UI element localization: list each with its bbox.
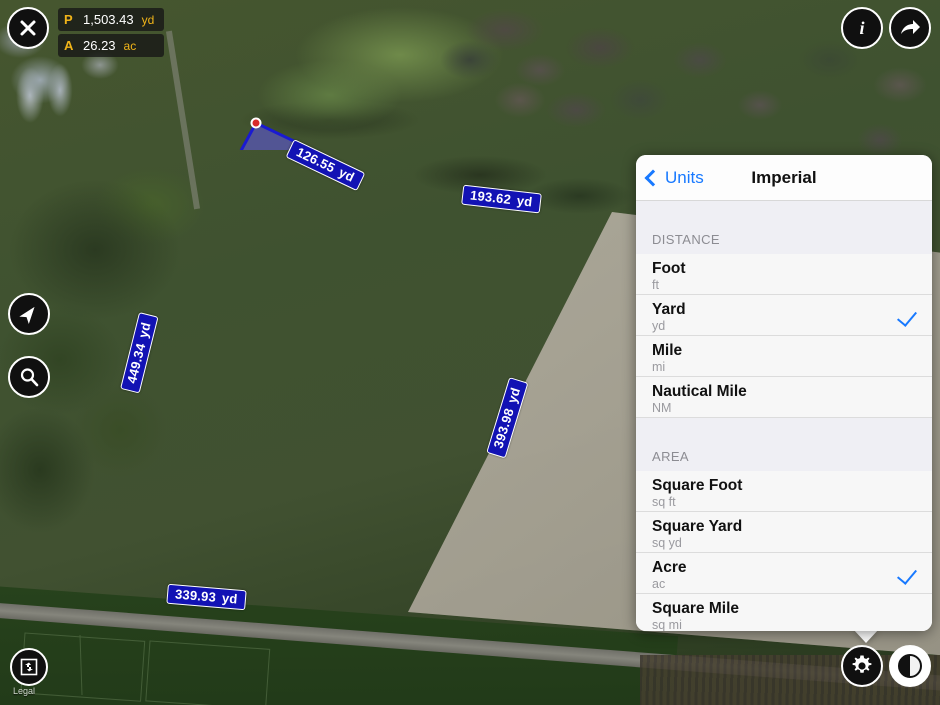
gear-icon [850, 654, 874, 678]
map-measure-app: 126.55yd 193.62yd 393.98yd 339.93yd 449.… [0, 0, 940, 705]
edge-label-unit: yd [502, 386, 523, 411]
unit-abbr: sq yd [652, 536, 916, 551]
back-button[interactable]: Units [647, 155, 704, 200]
area-unit: ac [124, 39, 137, 53]
chevron-left-icon [645, 169, 662, 186]
units-list: DISTANCE Foot ft Yard yd Mile mi Nautica… [636, 201, 932, 631]
info-icon: i [852, 18, 872, 38]
unit-row-acre[interactable]: Acre ac [636, 553, 932, 594]
locate-arrow-icon [19, 304, 39, 324]
close-icon [19, 19, 37, 37]
svg-text:i: i [859, 18, 864, 38]
edge-label-unit: yd [510, 192, 533, 209]
unit-name: Square Foot [652, 477, 916, 495]
unit-row-yard[interactable]: Yard yd [636, 295, 932, 336]
unit-row-nautical-mile[interactable]: Nautical Mile NM [636, 377, 932, 418]
expand-icon [20, 658, 38, 676]
unit-name: Square Yard [652, 518, 916, 536]
unit-abbr: mi [652, 360, 916, 375]
unit-name: Mile [652, 342, 916, 360]
contrast-button[interactable] [889, 645, 931, 687]
unit-row-square-mile[interactable]: Square Mile sq mi [636, 594, 932, 631]
unit-abbr: sq ft [652, 495, 916, 510]
unit-abbr: ft [652, 278, 916, 293]
close-button[interactable] [7, 7, 49, 49]
settings-button[interactable] [841, 645, 883, 687]
unit-row-mile[interactable]: Mile mi [636, 336, 932, 377]
area-value: 26.23 [83, 38, 116, 53]
perimeter-value: 1,503.43 [83, 12, 134, 27]
popover-tail [853, 629, 879, 643]
unit-row-square-yard[interactable]: Square Yard sq yd [636, 512, 932, 553]
contrast-icon [897, 653, 923, 679]
share-arrow-icon [899, 18, 921, 38]
search-button[interactable] [8, 356, 50, 398]
search-icon [19, 367, 39, 387]
unit-name: Yard [652, 301, 916, 319]
unit-name: Foot [652, 260, 916, 278]
edge-label-unit: yd [134, 321, 154, 346]
perimeter-unit: yd [142, 13, 155, 27]
locate-button[interactable] [8, 293, 50, 335]
legal-label: Legal [13, 686, 35, 696]
section-header-area: AREA [636, 418, 932, 471]
unit-abbr: NM [652, 401, 916, 416]
section-header-distance: DISTANCE [636, 201, 932, 254]
edge-label-unit: yd [215, 590, 238, 607]
pitch-markings [20, 625, 350, 705]
edge-label-value: 193.62 [469, 188, 511, 208]
unit-abbr: ac [652, 577, 916, 592]
perimeter-key: P [64, 12, 78, 27]
measurement-readouts: P 1,503.43 yd A 26.23 ac [58, 8, 164, 57]
info-button[interactable]: i [841, 7, 883, 49]
unit-name: Acre [652, 559, 916, 577]
popover-navbar: Units Imperial [636, 155, 932, 201]
legal-button[interactable] [10, 648, 48, 686]
perimeter-readout: P 1,503.43 yd [58, 8, 164, 31]
unit-row-square-foot[interactable]: Square Foot sq ft [636, 471, 932, 512]
unit-name: Square Mile [652, 600, 916, 618]
unit-name: Nautical Mile [652, 383, 916, 401]
unit-abbr: sq mi [652, 618, 916, 631]
unit-abbr: yd [652, 319, 916, 334]
edge-label-value: 339.93 [175, 586, 217, 604]
area-key: A [64, 38, 78, 53]
area-readout: A 26.23 ac [58, 34, 164, 57]
units-popover: Units Imperial DISTANCE Foot ft Yard yd … [636, 155, 932, 631]
share-button[interactable] [889, 7, 931, 49]
back-button-label: Units [665, 168, 704, 188]
unit-row-foot[interactable]: Foot ft [636, 254, 932, 295]
